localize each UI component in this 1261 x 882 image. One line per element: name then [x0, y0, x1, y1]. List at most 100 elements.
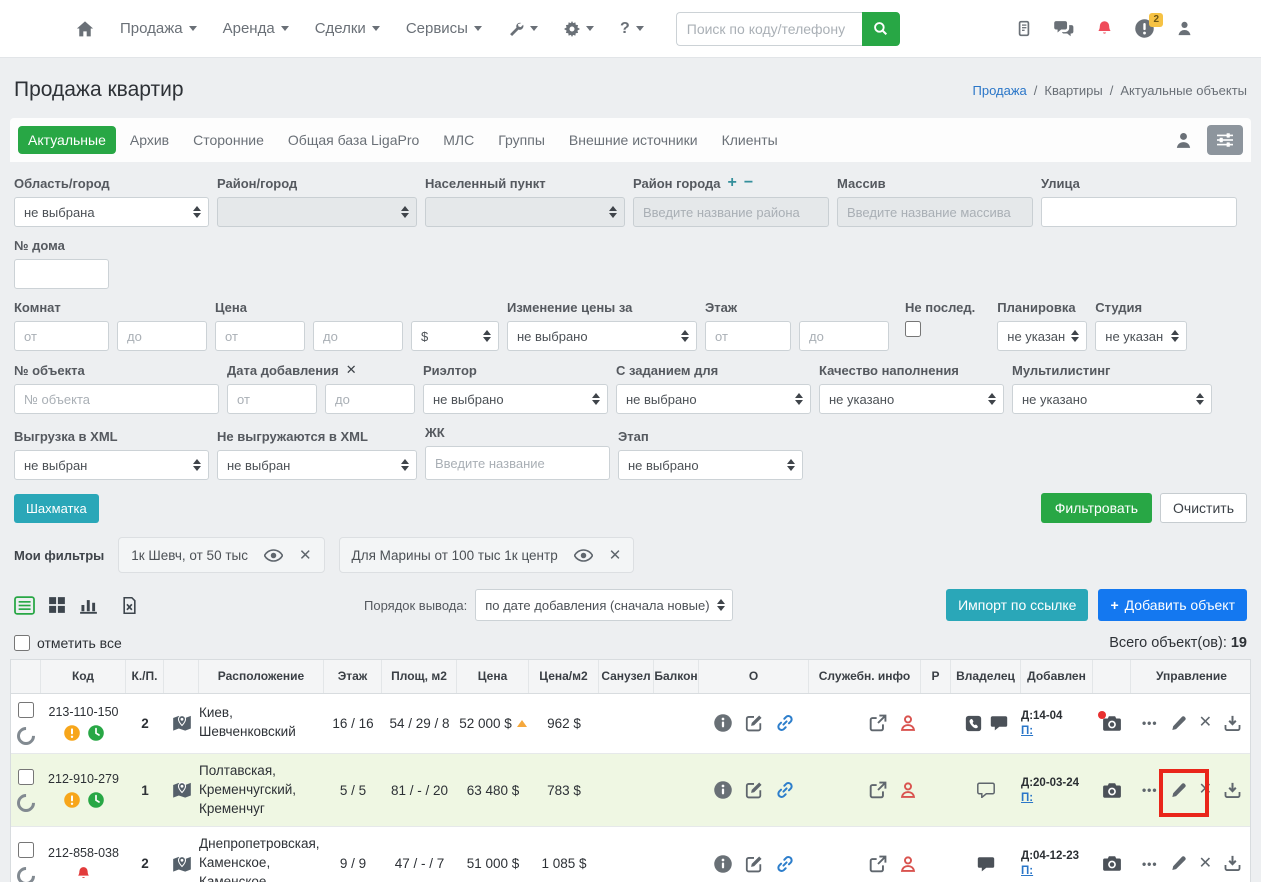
search-button[interactable] — [861, 11, 900, 46]
object-number-input[interactable] — [14, 384, 219, 414]
edit-object-icon[interactable] — [1170, 715, 1187, 732]
home-icon[interactable] — [76, 20, 94, 38]
menu-help[interactable]: ? — [620, 20, 644, 38]
select-all-checkbox[interactable] — [14, 635, 30, 651]
row-checkbox[interactable] — [18, 768, 34, 785]
tab-actual[interactable]: Актуальные — [18, 126, 116, 154]
realtor-person-icon[interactable] — [899, 781, 917, 799]
menu-deals[interactable]: Сделки — [315, 20, 380, 37]
price-to-input[interactable] — [313, 321, 403, 351]
publish-link[interactable]: П: — [1021, 725, 1033, 737]
status-ring-icon[interactable] — [13, 789, 39, 816]
search-input[interactable] — [675, 11, 862, 46]
rooms-to-input[interactable] — [117, 321, 207, 351]
reminder-bell-icon[interactable] — [76, 866, 91, 881]
excel-export-icon[interactable] — [121, 596, 138, 615]
street-input[interactable] — [1041, 197, 1237, 227]
date-from-input[interactable] — [227, 384, 317, 414]
agent-filter-icon[interactable] — [1174, 131, 1193, 150]
photos-icon[interactable] — [1098, 710, 1122, 732]
menu-tools[interactable] — [508, 21, 538, 37]
comment-icon[interactable] — [977, 782, 995, 798]
map-icon[interactable] — [164, 702, 199, 745]
download-icon[interactable] — [1224, 782, 1241, 799]
map-icon[interactable] — [164, 835, 199, 882]
tab-ligapro-base[interactable]: Общая база LigaPro — [278, 126, 429, 154]
external-link-icon[interactable] — [869, 855, 887, 873]
realtor-person-icon[interactable] — [899, 714, 917, 732]
tab-groups[interactable]: Группы — [488, 126, 555, 154]
external-link-icon[interactable] — [869, 781, 887, 799]
warning-icon[interactable] — [64, 725, 80, 741]
view-filter-icon[interactable] — [264, 549, 283, 562]
studio-select[interactable]: не указан — [1095, 321, 1188, 351]
xml-upload-select[interactable]: не выбран — [14, 450, 209, 480]
tab-mls[interactable]: МЛС — [433, 126, 484, 154]
layout-select[interactable]: не указан — [997, 321, 1088, 351]
delete-filter-icon[interactable]: ✕ — [609, 546, 622, 564]
download-icon[interactable] — [1224, 715, 1241, 732]
menu-rent[interactable]: Аренда — [223, 20, 289, 37]
warning-icon[interactable] — [64, 792, 80, 808]
row-checkbox[interactable] — [18, 701, 34, 718]
view-filter-icon[interactable] — [574, 549, 593, 562]
info-icon[interactable] — [714, 781, 732, 799]
realtor-person-icon[interactable] — [899, 855, 917, 873]
delete-object-icon[interactable]: ✕ — [1199, 855, 1212, 872]
download-icon[interactable] — [1224, 855, 1241, 872]
tab-external-sources[interactable]: Внешние источники — [559, 126, 708, 154]
publish-link[interactable]: П: — [1021, 792, 1033, 804]
stage-select[interactable]: не выбрано — [618, 450, 803, 480]
add-object-button[interactable]: + Добавить объект — [1098, 589, 1247, 621]
region-select[interactable]: не выбрана — [14, 197, 209, 227]
clock-icon[interactable] — [88, 725, 104, 741]
xml-excluded-select[interactable]: не выбран — [217, 450, 417, 480]
photos-icon[interactable] — [1102, 855, 1122, 872]
edit-note-icon[interactable] — [745, 714, 763, 732]
map-icon[interactable] — [164, 762, 199, 819]
filter-clear-button[interactable]: Очистить — [1160, 493, 1247, 523]
delete-object-icon[interactable]: ✕ — [1199, 782, 1212, 798]
tab-third-party[interactable]: Сторонние — [183, 126, 274, 154]
price-change-select[interactable]: не выбрано — [507, 321, 697, 351]
price-from-input[interactable] — [215, 321, 305, 351]
notifications-bell-icon[interactable] — [1096, 20, 1113, 37]
clear-date-icon[interactable]: ✕ — [346, 362, 357, 378]
menu-settings[interactable] — [564, 21, 594, 37]
edit-note-icon[interactable] — [745, 781, 763, 799]
chart-view-icon[interactable] — [79, 596, 98, 614]
multilisting-select[interactable]: не указано — [1012, 384, 1212, 414]
alerts-icon[interactable]: 2 — [1135, 13, 1163, 38]
link-icon[interactable] — [776, 714, 794, 732]
menu-services[interactable]: Сервисы — [406, 20, 482, 37]
floor-to-input[interactable] — [799, 321, 889, 351]
comment-icon[interactable] — [977, 856, 995, 872]
add-district-icon[interactable]: + — [728, 175, 737, 191]
not-last-checkbox[interactable] — [905, 321, 921, 337]
saved-filter-chip[interactable]: Для Марины от 100 тыс 1к центр ✕ — [338, 537, 635, 573]
delete-object-icon[interactable]: ✕ — [1199, 715, 1212, 731]
info-icon[interactable] — [714, 714, 732, 732]
comment-icon[interactable] — [990, 715, 1008, 731]
knowledge-base-icon[interactable] — [1016, 20, 1032, 37]
edit-object-icon[interactable] — [1170, 855, 1187, 872]
filter-apply-button[interactable]: Фильтровать — [1040, 493, 1153, 523]
delete-filter-icon[interactable]: ✕ — [299, 546, 312, 564]
menu-sale[interactable]: Продажа — [120, 20, 197, 37]
publish-link[interactable]: П: — [1021, 865, 1033, 877]
realtor-select[interactable]: не выбрано — [423, 384, 608, 414]
import-by-link-button[interactable]: Импорт по ссылке — [946, 589, 1089, 621]
link-icon[interactable] — [776, 855, 794, 873]
chessboard-button[interactable]: Шахматка — [14, 493, 99, 523]
breadcrumb-sale-link[interactable]: Продажа — [973, 83, 1027, 98]
tab-archive[interactable]: Архив — [120, 126, 179, 154]
complex-input[interactable] — [425, 446, 610, 480]
phone-icon[interactable] — [965, 715, 982, 732]
remove-district-icon[interactable]: − — [744, 175, 753, 191]
external-link-icon[interactable] — [869, 714, 887, 732]
date-to-input[interactable] — [325, 384, 415, 414]
edit-object-icon-highlighted[interactable] — [1158, 768, 1209, 817]
filter-settings-button[interactable] — [1207, 125, 1243, 155]
row-checkbox[interactable] — [18, 842, 34, 859]
link-icon[interactable] — [776, 781, 794, 799]
